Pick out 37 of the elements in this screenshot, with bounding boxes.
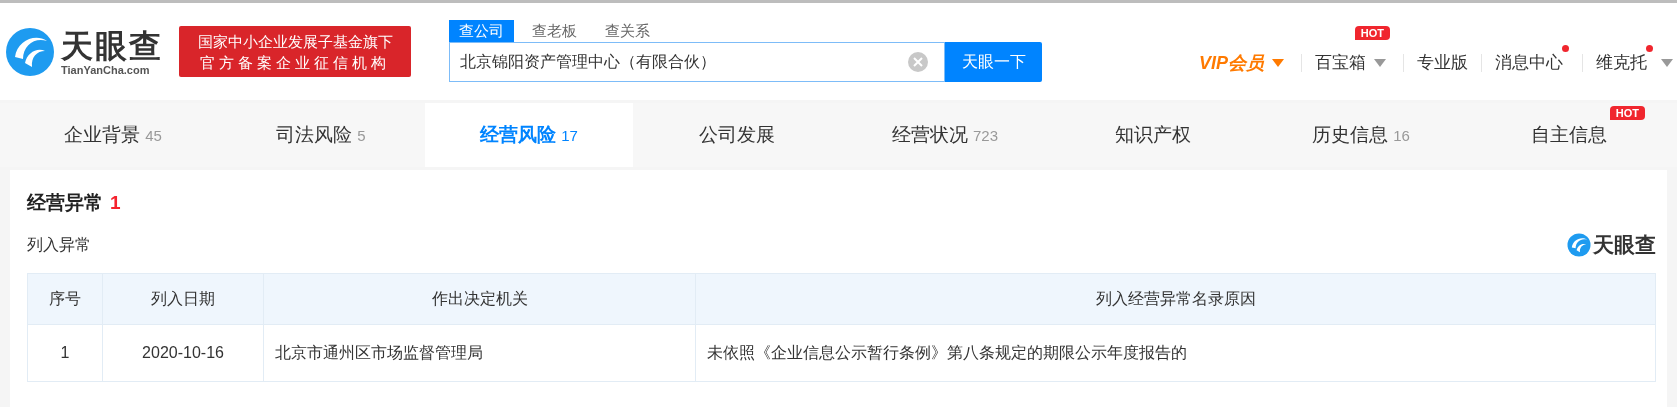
clear-icon[interactable]: [908, 52, 928, 72]
category-tab[interactable]: 公司发展: [633, 103, 841, 167]
section-count: 1: [110, 192, 121, 214]
column-header: 列入经营异常名录原因: [695, 273, 1656, 325]
search-field[interactable]: 北京锦阳资产管理中心（有限合伙）: [449, 42, 945, 82]
column-header: 序号: [27, 273, 103, 325]
logo-icon: [1567, 233, 1591, 257]
search-button[interactable]: 天眼一下: [945, 42, 1042, 82]
table-cell: 1: [27, 324, 103, 382]
search-tab[interactable]: 查公司: [449, 20, 514, 42]
logo-icon: [5, 26, 55, 77]
category-tab[interactable]: 企业背景 45: [9, 103, 217, 167]
hot-badge: HOT: [1609, 106, 1645, 120]
logo-wordmark: 天眼查: [61, 27, 163, 64]
search-tab[interactable]: 查关系: [595, 20, 660, 42]
column-header: 作出决定机关: [263, 273, 696, 325]
category-tab[interactable]: 司法风险 5: [217, 103, 425, 167]
nav-link[interactable]: 维克托: [1596, 51, 1647, 74]
section-title: 经营异常: [27, 191, 103, 215]
column-header: 列入日期: [102, 273, 264, 325]
subsection-title: 列入异常: [27, 234, 91, 255]
nav-link[interactable]: 消息中心: [1495, 51, 1563, 74]
nav-link[interactable]: 专业版: [1417, 51, 1468, 74]
slogan-badge: 国家中小企业发展子基金旗下 官方备案企业征信机构: [179, 26, 411, 77]
category-tab[interactable]: 历史信息 16: [1257, 103, 1465, 167]
table-cell: 北京市通州区市场监督管理局: [263, 324, 696, 382]
logo-domain: TianYanCha.com: [61, 63, 151, 76]
table-cell: 2020-10-16: [102, 324, 264, 382]
category-tab[interactable]: 经营风险 17: [425, 103, 633, 167]
category-tab[interactable]: 经营状况 723: [841, 103, 1049, 167]
category-tab[interactable]: 知识产权: [1049, 103, 1257, 167]
search-tab[interactable]: 查老板: [522, 20, 587, 42]
category-tab[interactable]: 自主信息 HOT: [1465, 103, 1673, 167]
logo-wordmark: 天眼查: [1593, 232, 1656, 258]
hot-badge: HOT: [1354, 26, 1390, 40]
nav-link[interactable]: 百宝箱: [1315, 51, 1366, 74]
table-cell: 未依照《企业信息公示暂行条例》第八条规定的期限公示年度报告的: [695, 324, 1656, 382]
